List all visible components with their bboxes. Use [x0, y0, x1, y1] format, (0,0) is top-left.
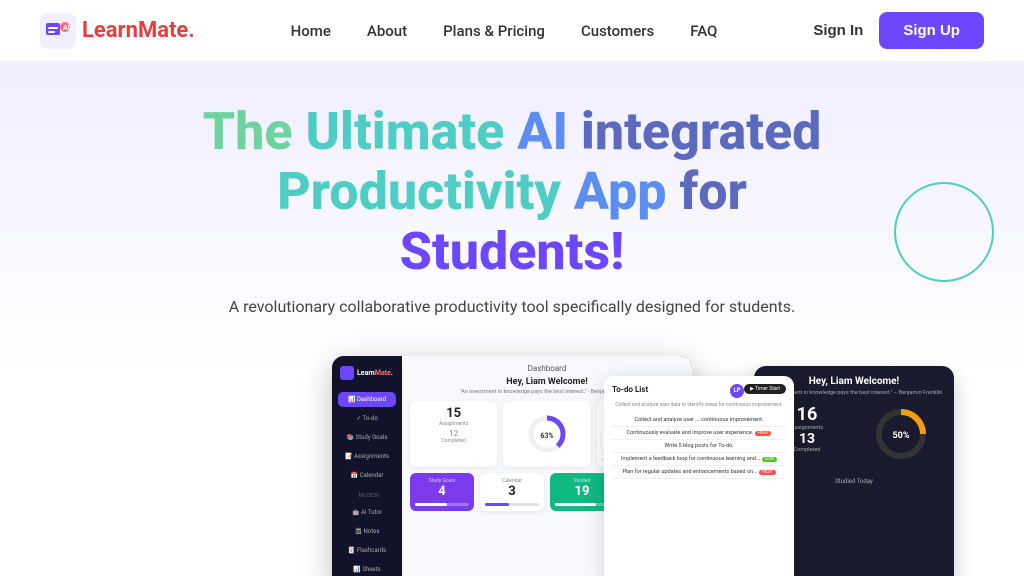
- mock-donut-card: 63%: [503, 401, 590, 467]
- app-mockups: LearnMate. 📊 Dashboard ✓ To-do 📚 Study G…: [40, 346, 984, 576]
- signin-button[interactable]: Sign In: [813, 22, 863, 39]
- mock-study-goals-card: Study Goals 4: [410, 473, 474, 511]
- nav-plans[interactable]: Plans & Pricing: [443, 22, 545, 40]
- logo-icon: AI: [40, 13, 76, 49]
- decorative-circle: [894, 182, 994, 282]
- logo[interactable]: AI LearnMate.: [40, 13, 195, 49]
- todo-mockup: To-do List ▶ Timer Start LP Collect and …: [604, 376, 794, 576]
- signup-button[interactable]: Sign Up: [879, 12, 984, 49]
- svg-text:AI: AI: [63, 24, 70, 32]
- mock-assignments-card: 15 Assignments 12 Completed: [410, 401, 497, 467]
- nav-home[interactable]: Home: [291, 22, 331, 40]
- svg-text:63%: 63%: [540, 432, 553, 440]
- hero-section: The Ultimate AI integrated Productivity …: [0, 62, 1024, 576]
- svg-text:50%: 50%: [893, 431, 910, 441]
- mock-sidebar: LearnMate. 📊 Dashboard ✓ To-do 📚 Study G…: [332, 356, 402, 576]
- nav-about[interactable]: About: [367, 22, 407, 40]
- nav-customers[interactable]: Customers: [581, 22, 654, 40]
- mock-dashboard-title: Dashboard: [410, 364, 684, 373]
- hero-subtitle: A revolutionary collaborative productivi…: [40, 297, 984, 316]
- nav-links: Home About Plans & Pricing Customers FAQ: [291, 21, 718, 40]
- mock-calendar-card: Calendar 3: [480, 473, 544, 511]
- hero-title: The Ultimate AI integrated Productivity …: [40, 102, 984, 281]
- nav-faq[interactable]: FAQ: [690, 22, 717, 40]
- brand-name: LearnMate.: [82, 18, 195, 43]
- nav-actions: Sign In Sign Up: [813, 12, 984, 49]
- navbar: AI LearnMate. Home About Plans & Pricing…: [0, 0, 1024, 62]
